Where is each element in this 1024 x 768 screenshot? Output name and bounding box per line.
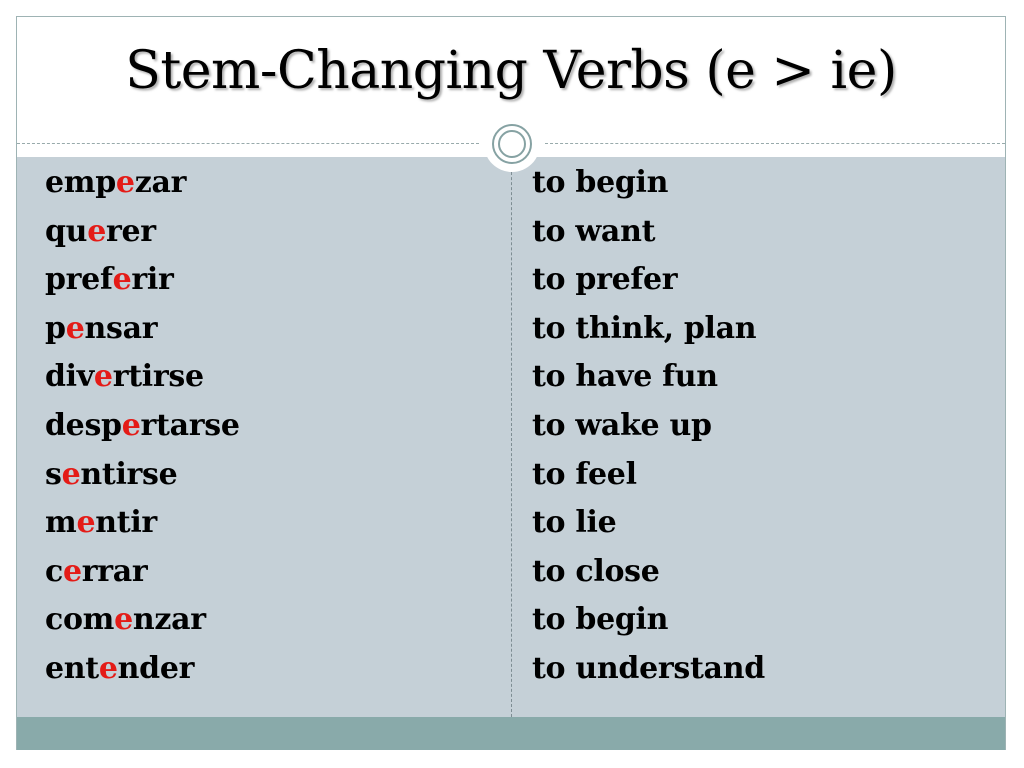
stem-vowel: e — [61, 456, 81, 492]
slide-title: Stem-Changing Verbs (e > ie) — [125, 41, 897, 101]
stem-vowel: e — [114, 602, 133, 638]
verb-item: empezar — [45, 165, 187, 200]
meaning-item: to lie — [532, 505, 617, 541]
meaning-item: to feel — [532, 456, 637, 492]
stem-vowel: e — [93, 359, 113, 395]
verb-item: sentirse — [45, 456, 178, 492]
verb-item: pensar — [45, 310, 158, 346]
verb-item: querer — [45, 213, 156, 249]
stem-vowel: e — [112, 262, 132, 298]
meaning-item: to have fun — [532, 359, 718, 395]
meaning-item: to prefer — [532, 262, 678, 298]
title-divider-left — [17, 143, 479, 144]
stem-vowel: e — [87, 213, 106, 249]
column-divider — [511, 157, 512, 717]
meaning-item: to understand — [532, 650, 765, 686]
stem-vowel: e — [98, 650, 118, 686]
title-divider-right — [545, 143, 1005, 144]
meaning-item: to want — [532, 213, 656, 249]
meaning-item: to close — [532, 553, 660, 589]
verb-item: comenzar — [45, 602, 206, 638]
meaning-item: to think, plan — [532, 310, 757, 346]
stem-vowel: e — [121, 407, 141, 443]
verb-item: mentir — [45, 505, 157, 541]
meaning-item: to begin — [532, 165, 669, 200]
verb-item: entender — [45, 650, 195, 686]
meaning-item: to wake up — [532, 407, 712, 443]
stem-vowel: e — [76, 505, 96, 541]
stem-vowel: e — [65, 310, 85, 346]
verb-item: cerrar — [45, 553, 148, 589]
stem-vowel: e — [115, 165, 135, 200]
stem-vowel: e — [62, 553, 82, 589]
english-meaning-list: to begin to want to prefer to think, pla… — [532, 159, 765, 694]
verb-item: divertirse — [45, 359, 204, 395]
slide: Stem-Changing Verbs (e > ie) empezar que… — [16, 16, 1006, 750]
meaning-item: to begin — [532, 602, 669, 638]
footer-bar — [17, 717, 1005, 750]
verb-item: preferir — [45, 262, 174, 298]
verb-item: despertarse — [45, 407, 240, 443]
spanish-verb-list: empezar querer preferir pensar divertirs… — [45, 159, 240, 694]
